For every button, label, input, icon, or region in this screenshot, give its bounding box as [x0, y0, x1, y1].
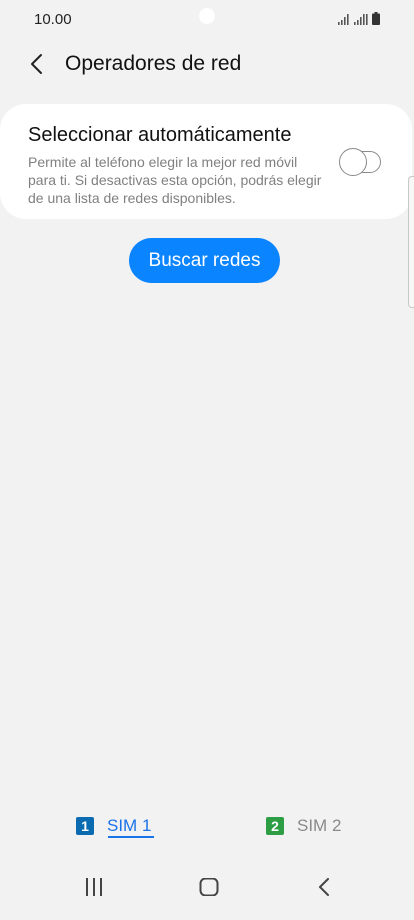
header: Operadores de red [0, 44, 414, 84]
tab-sim-2-label: SIM 2 [297, 816, 342, 835]
status-bar: 10.00 [0, 0, 414, 40]
battery-icon [372, 12, 380, 25]
tab-sim-2[interactable]: 2 SIM 2 [266, 810, 341, 842]
signal-2-icon [354, 14, 368, 25]
back-arrow-icon[interactable] [26, 52, 50, 76]
auto-select-title: Seleccionar automáticamente [28, 124, 292, 146]
toggle-knob[interactable] [339, 148, 367, 176]
sim-2-icon: 2 [266, 817, 284, 835]
search-networks-button[interactable]: Buscar redes [129, 238, 280, 283]
signal-icon [338, 14, 349, 25]
nav-bar [0, 864, 414, 920]
sim-tabs: 1 SIM 1 2 SIM 2 [0, 810, 414, 850]
recent-apps-icon[interactable] [84, 878, 104, 896]
camera-hole [199, 8, 215, 24]
tab-selected-indicator [108, 836, 154, 838]
status-time: 10.00 [34, 11, 72, 28]
home-icon[interactable] [199, 878, 219, 896]
tab-sim-1-label: SIM 1 [107, 816, 152, 835]
scroll-handle[interactable] [408, 176, 414, 308]
status-icons [338, 12, 380, 25]
page-title: Operadores de red [65, 52, 242, 75]
back-icon[interactable] [316, 878, 334, 896]
sim-1-icon: 1 [76, 817, 94, 835]
auto-select-description: Permite al teléfono elegir la mejor red … [28, 154, 322, 206]
auto-select-card[interactable]: Seleccionar automáticamente Permite al t… [0, 104, 412, 219]
